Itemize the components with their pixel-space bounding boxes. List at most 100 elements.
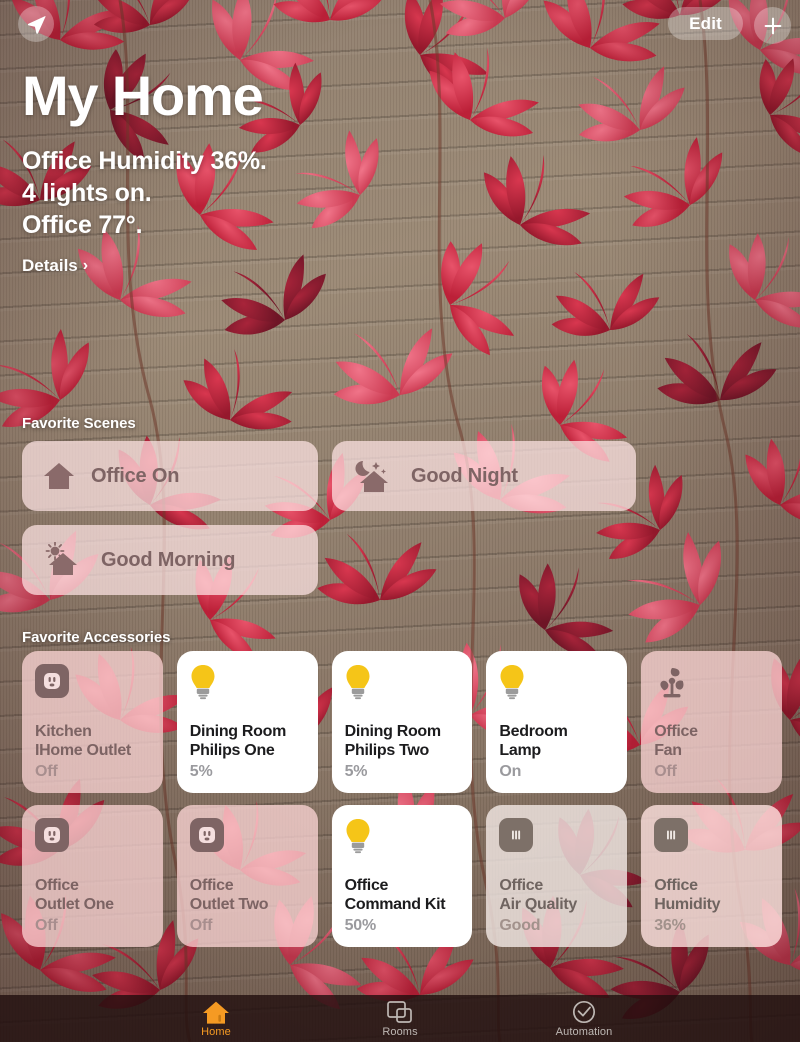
tab-rooms[interactable]: Rooms <box>348 1000 452 1038</box>
lightbulb-icon <box>191 665 215 700</box>
accessory-card-dining-room-philips-two[interactable]: Dining Room Philips Two 5% <box>331 651 473 793</box>
lightbulb-icon <box>500 665 524 700</box>
accessory-icon <box>499 818 615 862</box>
accessory-text: Office Outlet One Off <box>35 876 155 935</box>
accessory-card-office-command-kit[interactable]: Office Command Kit 50% <box>331 805 473 947</box>
scene-card-good-night[interactable]: Good Night <box>332 441 636 511</box>
accessory-icon <box>654 818 770 862</box>
edit-button[interactable]: Edit <box>668 7 743 40</box>
top-bar: Edit <box>0 0 800 54</box>
accessory-state: Off <box>654 763 677 780</box>
tab-automation[interactable]: Automation <box>532 1000 636 1038</box>
lightbulb-icon <box>346 665 370 700</box>
scene-card-good-morning[interactable]: Good Morning <box>22 525 318 595</box>
accessory-icon <box>499 664 615 708</box>
accessory-text: Office Command Kit 50% <box>345 876 465 935</box>
accessory-icon <box>35 664 151 708</box>
scene-row: Office On Good Night <box>22 441 782 511</box>
house-icon <box>44 463 74 489</box>
location-button[interactable] <box>18 6 54 42</box>
clock-check-icon <box>572 1000 596 1023</box>
outlet-icon <box>189 818 224 852</box>
accessory-text: Office Outlet Two Off <box>190 876 310 935</box>
accessory-name-line1: Office <box>654 876 698 894</box>
edit-button-label: Edit <box>689 13 722 33</box>
accessory-name-line2: Command Kit <box>344 896 446 914</box>
accessory-name-line1: Office <box>35 876 79 894</box>
accessory-row: Office Outlet One Off Office Outlet Two … <box>22 805 782 947</box>
favorite-scenes-list: Office On Good Night Good Morning <box>22 441 782 609</box>
favorite-scenes-heading: Favorite Scenes <box>22 415 136 432</box>
accessory-name-line2: Philips One <box>189 742 275 760</box>
scene-label: Office On <box>91 464 180 487</box>
status-line: Office Humidity 36%. <box>22 147 267 176</box>
moon-house-icon <box>355 460 388 492</box>
accessory-state: 50% <box>344 917 377 934</box>
status-line: 4 lights on. <box>22 179 152 208</box>
outlet-icon <box>35 818 69 852</box>
accessory-card-office-outlet-two[interactable]: Office Outlet Two Off <box>176 805 318 947</box>
accessory-name-line2: Philips Two <box>344 742 430 760</box>
accessory-name-line2: Fan <box>654 742 682 760</box>
accessory-name-line2: Lamp <box>499 742 541 760</box>
sensor-icon <box>499 818 534 852</box>
accessory-icon <box>190 664 306 708</box>
accessory-text: Dining Room Philips Two 5% <box>345 722 465 781</box>
status-line: Office 77°. <box>22 211 143 240</box>
accessory-name-line1: Office <box>654 722 698 740</box>
accessory-state: 36% <box>654 917 686 934</box>
accessory-state: Off <box>189 917 213 934</box>
home-header: My Home Office Humidity 36%. 4 lights on… <box>22 66 267 276</box>
add-button[interactable] <box>754 7 791 44</box>
accessory-icon <box>345 818 461 862</box>
accessory-name-line2: Outlet Two <box>189 896 269 914</box>
accessory-card-bedroom-lamp[interactable]: Bedroom Lamp On <box>486 651 628 793</box>
fan-icon <box>660 668 684 698</box>
accessory-name-line1: Office <box>189 876 234 894</box>
accessory-name-line2: IHome Outlet <box>35 742 131 760</box>
accessory-name-line1: Bedroom <box>499 722 568 740</box>
accessory-text: Office Air Quality Good <box>499 876 619 935</box>
lightbulb-icon <box>346 819 370 854</box>
accessory-card-dining-room-philips-one[interactable]: Dining Room Philips One 5% <box>176 651 318 793</box>
accessory-name-line1: Dining Room <box>344 722 442 740</box>
tab-home[interactable]: Home <box>164 1000 268 1038</box>
accessory-name-line1: Office <box>344 876 389 894</box>
accessory-state: 5% <box>189 763 213 780</box>
accessory-state: On <box>499 763 522 780</box>
accessory-name-line2: Outlet One <box>35 896 114 914</box>
accessory-name-line2: Air Quality <box>499 896 577 914</box>
accessory-row: Kitchen IHome Outlet Off Dining Room Phi… <box>22 651 782 793</box>
scene-row: Good Morning <box>22 525 782 595</box>
accessory-icon <box>189 818 306 862</box>
accessory-state: 5% <box>344 763 368 780</box>
accessory-text: Kitchen IHome Outlet Off <box>35 722 155 781</box>
page-title: My Home <box>22 64 264 127</box>
accessory-card-office-fan[interactable]: Office Fan Off <box>641 651 782 793</box>
scene-label: Good Morning <box>101 548 236 571</box>
accessory-text: Dining Room Philips One 5% <box>190 722 310 781</box>
tab-bar: Home Rooms Automation <box>0 995 800 1042</box>
sensor-icon <box>654 818 689 852</box>
location-arrow-icon <box>27 15 46 34</box>
scene-card-office-on[interactable]: Office On <box>22 441 318 511</box>
accessory-card-kitchen-ihome-outlet[interactable]: Kitchen IHome Outlet Off <box>22 651 163 793</box>
chevron-right-icon: › <box>82 257 89 275</box>
accessory-card-office-air-quality[interactable]: Office Air Quality Good <box>486 805 628 947</box>
accessory-name-line1: Dining Room <box>189 722 287 740</box>
house-icon <box>203 1001 229 1024</box>
accessory-card-office-humidity[interactable]: Office Humidity 36% <box>641 805 782 947</box>
accessory-name-line1: Office <box>499 876 543 894</box>
accessory-text: Office Fan Off <box>654 722 774 781</box>
tab-label: Automation <box>555 1025 613 1038</box>
accessory-state: Off <box>35 917 58 934</box>
accessory-state: Good <box>499 917 541 934</box>
accessory-state: Off <box>35 763 58 780</box>
favorite-accessories-heading: Favorite Accessories <box>22 629 171 646</box>
details-link-label: Details <box>22 256 78 276</box>
accessory-text: Office Humidity 36% <box>654 876 774 935</box>
details-link[interactable]: Details › <box>22 256 267 276</box>
accessory-card-office-outlet-one[interactable]: Office Outlet One Off <box>22 805 163 947</box>
accessory-icon <box>35 818 151 862</box>
accessory-name-line1: Kitchen <box>35 722 92 740</box>
